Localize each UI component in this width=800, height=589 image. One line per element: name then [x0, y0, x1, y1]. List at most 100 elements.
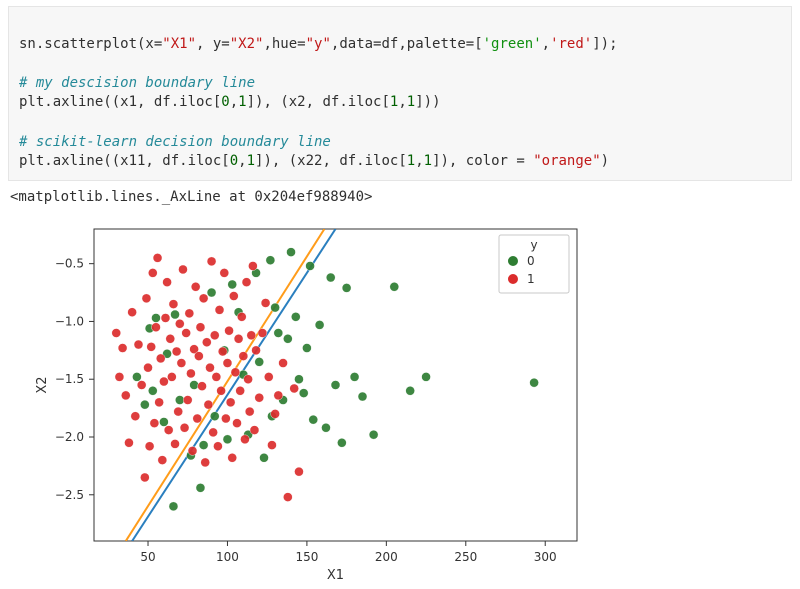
scatter-point	[210, 331, 219, 340]
scatter-point	[255, 357, 264, 366]
scatter-point	[115, 372, 124, 381]
code-line-2: plt.axline((x1, df.iloc[0,1]), (x2, df.i…	[19, 94, 441, 110]
x-tick-label: 250	[454, 550, 477, 564]
scatter-point	[191, 282, 200, 291]
scatter-point	[294, 467, 303, 476]
scatter-point	[185, 309, 194, 318]
scatter-point	[299, 388, 308, 397]
scatter-point	[196, 322, 205, 331]
scatter-point	[239, 351, 248, 360]
scatter-point	[291, 312, 300, 321]
scatter-point	[137, 380, 146, 389]
scatter-point	[171, 310, 180, 319]
scatter-point	[283, 492, 292, 501]
scatter-point	[223, 358, 232, 367]
scatter-point	[221, 414, 230, 423]
scatter-point	[205, 363, 214, 372]
scatter-point	[406, 386, 415, 395]
code-line-1: sn.scatterplot(x="X1", y="X2",hue="y",da…	[19, 36, 618, 52]
scatter-point	[194, 351, 203, 360]
scatter-point	[232, 418, 241, 427]
scatter-point	[118, 343, 127, 352]
scatter-point	[171, 439, 180, 448]
scatter-point	[151, 322, 160, 331]
scatter-point	[266, 255, 275, 264]
scatter-point	[169, 299, 178, 308]
scatter-point	[155, 398, 164, 407]
x-tick-label: 50	[140, 550, 155, 564]
scatter-point	[271, 303, 280, 312]
scatter-point	[134, 340, 143, 349]
scatter-point	[244, 374, 253, 383]
scatter-point	[147, 342, 156, 351]
scatter-point	[209, 428, 218, 437]
scatter-point	[198, 381, 207, 390]
scatter-point	[174, 407, 183, 416]
scatter-point	[350, 372, 359, 381]
x-tick-label: 150	[295, 550, 318, 564]
scatter-point	[182, 328, 191, 337]
scatter-point	[140, 400, 149, 409]
scatter-point	[175, 395, 184, 404]
scatter-point	[131, 411, 140, 420]
y-tick-label: −0.5	[55, 256, 84, 270]
y-tick-label: −1.5	[55, 372, 84, 386]
scatter-point	[140, 473, 149, 482]
x-tick-label: 200	[375, 550, 398, 564]
scatter-point	[283, 334, 292, 343]
scatter-point	[225, 326, 234, 335]
scatter-point	[331, 380, 340, 389]
scatter-point	[156, 354, 165, 363]
scatter-point	[142, 294, 151, 303]
scatter-point	[210, 411, 219, 420]
scatter-point	[207, 257, 216, 266]
scatter-point	[337, 438, 346, 447]
y-tick-label: −2.5	[55, 488, 84, 502]
scatter-point	[231, 368, 240, 377]
scatter-point	[309, 415, 318, 424]
scatter-point	[248, 261, 257, 270]
code-comment-1: # my descision boundary line	[19, 75, 255, 91]
scatter-point	[258, 328, 267, 337]
code-line-3: plt.axline((x11, df.iloc[0,1]), (x22, df…	[19, 153, 609, 169]
scatter-point	[274, 328, 283, 337]
scatter-point	[180, 423, 189, 432]
scatter-point	[358, 392, 367, 401]
scatter-point	[164, 425, 173, 434]
scatter-point	[196, 483, 205, 492]
scatter-point	[236, 386, 245, 395]
scatter-point	[177, 358, 186, 367]
scatter-point	[172, 347, 181, 356]
x-axis-label: X1	[327, 568, 344, 583]
scatter-point	[234, 334, 243, 343]
scatter-point	[217, 386, 226, 395]
scatter-point	[204, 400, 213, 409]
scatter-point	[530, 378, 539, 387]
code-comment-2: # scikit-learn decision boundary line	[19, 134, 331, 150]
scatter-point	[342, 283, 351, 292]
scatter-point	[148, 268, 157, 277]
scatter-point	[229, 291, 238, 300]
scatter-point	[220, 268, 229, 277]
scatter-point	[213, 441, 222, 450]
scatter-point	[148, 386, 157, 395]
scatter-point	[228, 453, 237, 462]
scatter-point	[153, 253, 162, 262]
scatter-point	[199, 440, 208, 449]
scatter-point	[202, 337, 211, 346]
scatter-chart: 50100150200250300−0.5−1.0−1.5−2.0−2.5X1X…	[30, 219, 585, 589]
legend-marker	[508, 256, 518, 266]
scatter-point	[228, 280, 237, 289]
x-tick-label: 100	[216, 550, 239, 564]
scatter-point	[315, 320, 324, 329]
x-tick-label: 300	[534, 550, 557, 564]
scatter-point	[132, 372, 141, 381]
scatter-point	[294, 374, 303, 383]
scatter-point	[267, 440, 276, 449]
scatter-point	[306, 261, 315, 270]
legend-title: y	[530, 238, 537, 252]
scatter-point	[287, 247, 296, 256]
scatter-point	[260, 453, 269, 462]
scatter-point	[159, 417, 168, 426]
legend-marker	[508, 274, 518, 284]
